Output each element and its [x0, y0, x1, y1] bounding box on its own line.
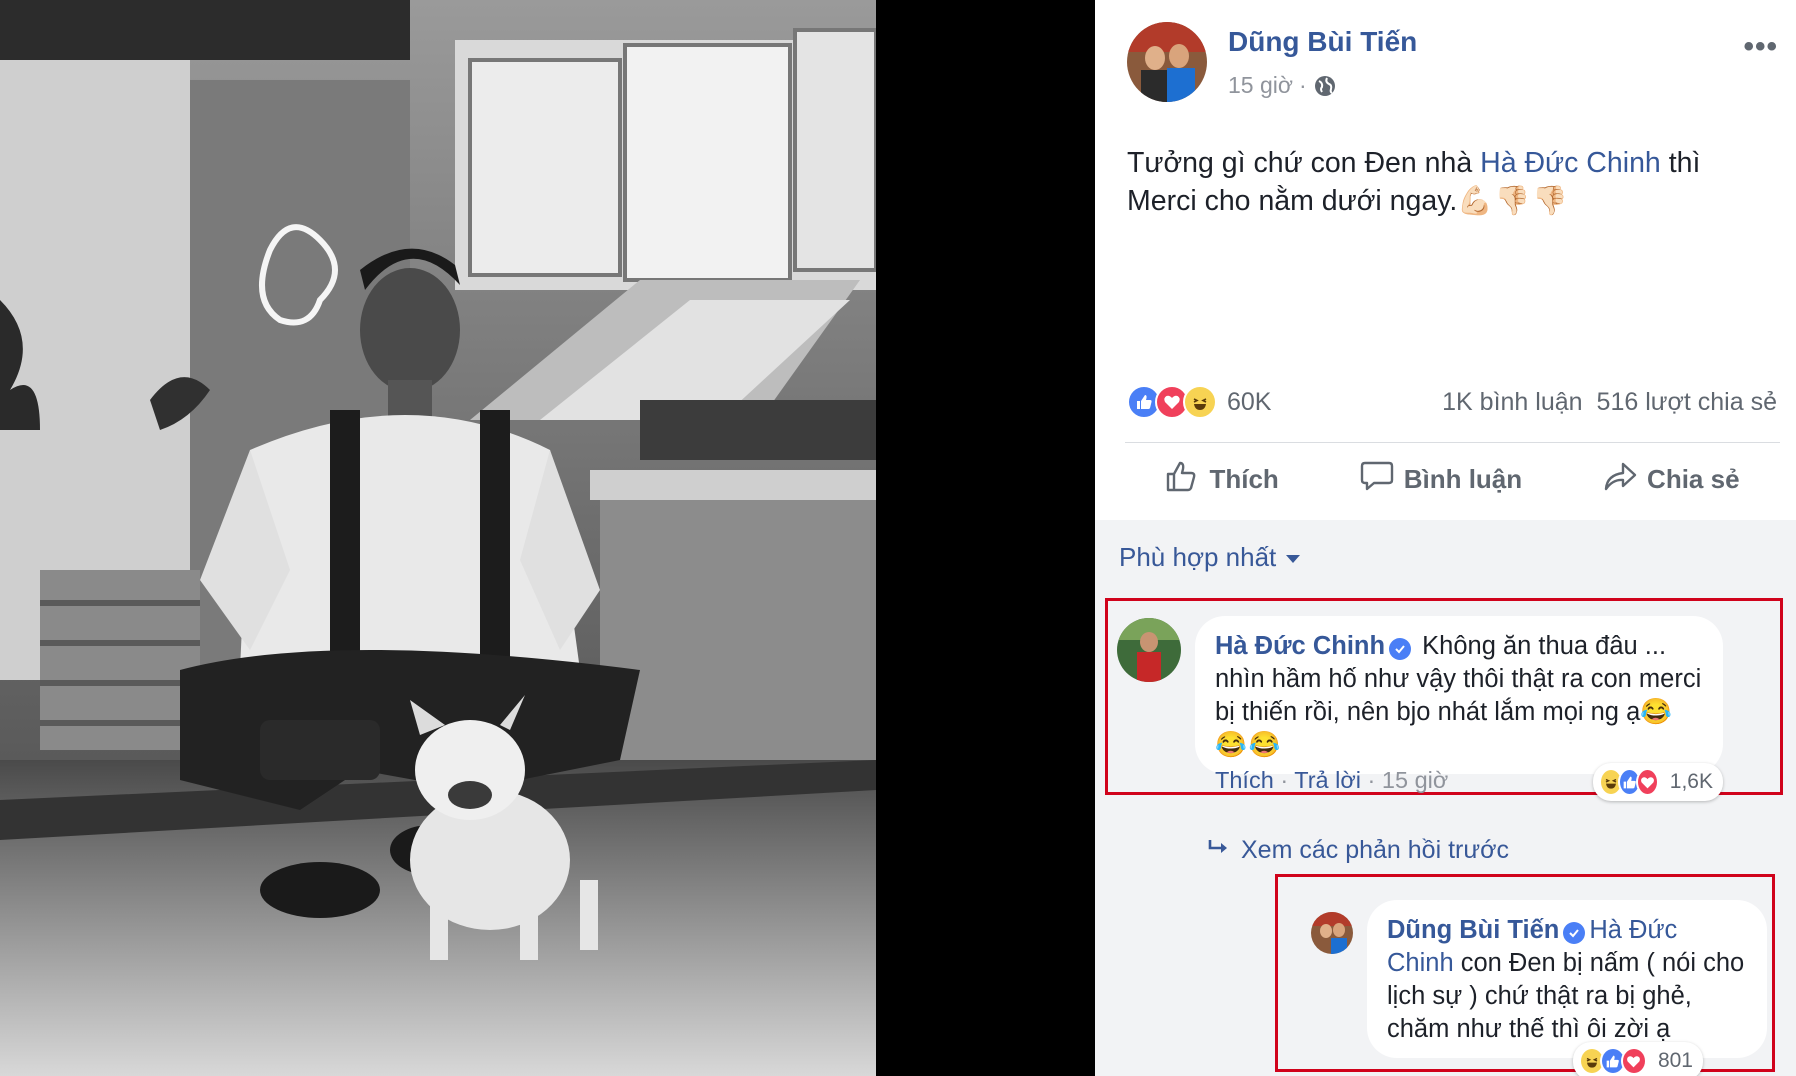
share-count-link[interactable]: 516 lượt chia sẻ [1597, 388, 1777, 417]
reply-reactions[interactable]: 801 [1573, 1042, 1703, 1076]
sort-label: Phù hợp nhất [1119, 542, 1277, 572]
post-panel: Dũng Bùi Tiến 15 giờ · ••• Tưởng gì chứ … [1095, 0, 1796, 1076]
comment-actions: Thích · Trả lời · 15 giờ [1215, 767, 1448, 794]
like-label: Thích [1209, 463, 1279, 494]
post-message: Tưởng gì chứ con Đen nhà Hà Đức Chinh th… [1127, 144, 1777, 220]
view-previous-label: Xem các phản hồi trước [1241, 836, 1509, 864]
reaction-count[interactable]: 60K [1227, 388, 1271, 417]
comment-reaction-count: 1,6K [1669, 770, 1713, 793]
comment-laugh-emojis: 😂😂 [1215, 731, 1283, 759]
photo-viewer [0, 0, 1095, 1076]
caret-down-icon [1286, 555, 1301, 563]
photo-illustration [0, 0, 876, 1076]
reply-author-name[interactable]: Dũng Bùi Tiến [1387, 916, 1559, 944]
verified-badge-icon [1389, 638, 1412, 660]
post-time[interactable]: 15 giờ [1228, 72, 1293, 99]
reactions-summary: 60K 1K bình luận 516 lượt chia sẻ [1127, 382, 1777, 422]
post-mention-link[interactable]: Hà Đức Chinh [1480, 147, 1661, 179]
speech-bubble-icon [1360, 459, 1394, 500]
commenter-avatar[interactable] [1117, 618, 1181, 682]
thumbs-up-icon [1165, 459, 1199, 500]
comment-time[interactable]: 15 giờ [1382, 767, 1448, 793]
post-photo[interactable] [0, 0, 876, 1076]
reaction-icons[interactable] [1127, 385, 1217, 419]
share-arrow-icon [1603, 459, 1637, 500]
comment-reactions[interactable]: 1,6K [1593, 763, 1723, 801]
comment-sort-dropdown[interactable]: Phù hợp nhất [1119, 542, 1301, 573]
reply-bubble: Dũng Bùi Tiến Hà Đức Chinh con Đen bị nấm… [1367, 900, 1767, 1058]
comment-button[interactable]: Bình luận [1360, 459, 1522, 500]
meta-separator: · [1298, 72, 1307, 98]
post-options-button[interactable]: ••• [1743, 30, 1778, 64]
reply-author-avatar[interactable] [1311, 912, 1353, 954]
comments-section: Phù hợp nhất Hà Đức Chinh Không ăn thua … [1095, 520, 1796, 1076]
share-button[interactable]: Chia sẻ [1603, 459, 1740, 500]
haha-reaction-icon [1183, 385, 1217, 419]
engagement-stats: 1K bình luận 516 lượt chia sẻ [1442, 388, 1777, 417]
author-avatar[interactable] [1127, 22, 1207, 102]
reply-reaction-count: 801 [1657, 1049, 1693, 1072]
comment-author-name[interactable]: Hà Đức Chinh [1215, 632, 1385, 660]
comment-like-link[interactable]: Thích [1215, 767, 1274, 793]
divider [1125, 442, 1780, 443]
view-previous-replies-link[interactable]: Xem các phản hồi trước [1207, 836, 1509, 865]
reply-arrow-icon [1207, 836, 1231, 865]
dot-separator: · [1367, 767, 1376, 793]
like-button[interactable]: Thích [1165, 459, 1279, 500]
comment-bubble: Hà Đức Chinh Không ăn thua đâu ... nhìn … [1195, 616, 1723, 774]
post-emojis: 💪🏻👎🏻👎🏻 [1457, 185, 1570, 217]
globe-icon[interactable] [1313, 74, 1337, 98]
share-label: Chia sẻ [1647, 463, 1740, 494]
love-reaction-icon [1620, 1047, 1647, 1075]
post-text-before: Tưởng gì chứ con Đen nhà [1127, 147, 1481, 179]
comment-count-link[interactable]: 1K bình luận [1442, 388, 1582, 417]
comment-reply-link[interactable]: Trả lời [1294, 767, 1361, 793]
love-reaction-icon [1635, 768, 1659, 796]
comment-label: Bình luận [1403, 463, 1523, 494]
verified-badge-icon [1563, 922, 1586, 944]
comment-laugh-emoji: 😂 [1640, 698, 1675, 726]
post-meta: 15 giờ · [1228, 72, 1337, 99]
post-action-bar: Thích Bình luận Chia sẻ [1125, 448, 1780, 510]
dot-separator: · [1280, 767, 1289, 793]
post-author-name[interactable]: Dũng Bùi Tiến [1228, 26, 1417, 58]
